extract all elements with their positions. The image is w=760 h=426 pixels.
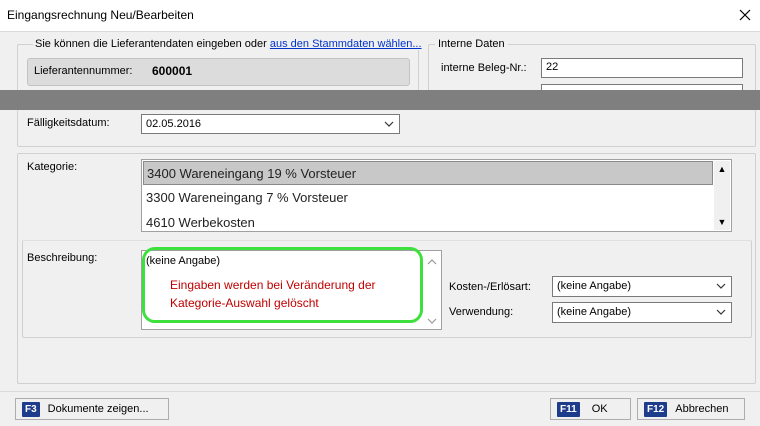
ok-button[interactable]: F11 OK xyxy=(550,398,631,420)
beleg-label: interne Beleg-Nr.: xyxy=(441,62,527,74)
cost-type-select[interactable]: (keine Angabe) xyxy=(552,276,732,297)
textarea-scroll-up-icon[interactable] xyxy=(427,258,437,265)
chevron-down-icon xyxy=(716,309,726,315)
usage-value: (keine Angabe) xyxy=(557,306,631,318)
window-title: Eingangsrechnung Neu/Bearbeiten xyxy=(7,8,194,22)
cost-type-value: (keine Angabe) xyxy=(557,280,631,292)
footer-divider xyxy=(0,391,760,392)
chevron-down-icon xyxy=(384,121,394,127)
scroll-down-icon[interactable]: ▼ xyxy=(714,214,730,230)
category-scrollbar[interactable]: ▲ ▼ xyxy=(714,161,730,230)
f12-key-badge: F12 xyxy=(644,401,668,417)
documents-button[interactable]: F3 Dokumente zeigen... xyxy=(15,398,169,420)
supplier-intro-text: Sie können die Lieferantendaten eingeben… xyxy=(35,38,267,50)
hint-line-2: Kategorie-Auswahl gelöscht xyxy=(170,296,319,310)
overlay-band xyxy=(0,90,760,110)
hint-text: Eingaben werden bei Veränderung der Kate… xyxy=(170,276,410,312)
due-date-select[interactable]: 02.05.2016 xyxy=(141,114,400,134)
close-icon xyxy=(739,9,751,21)
cancel-button[interactable]: F12 Abbrechen xyxy=(637,398,745,420)
ok-button-label: OK xyxy=(591,403,608,415)
due-date-label: Fälligkeitsdatum: xyxy=(27,117,110,129)
f3-key-badge: F3 xyxy=(22,401,40,417)
category-listbox[interactable]: 3400 Wareneingang 19 % Vorsteuer 3300 Wa… xyxy=(141,159,732,232)
close-button[interactable] xyxy=(733,4,757,26)
supplier-intro: Sie können die Lieferantendaten eingeben… xyxy=(33,38,424,50)
f11-key-badge: F11 xyxy=(557,401,580,417)
category-item[interactable]: 3300 Wareneingang 7 % Vorsteuer xyxy=(143,186,716,210)
chevron-down-icon xyxy=(716,283,726,289)
cancel-button-label: Abbrechen xyxy=(675,403,729,415)
supplier-number-label: Lieferantennummer: xyxy=(34,65,133,77)
scroll-up-icon[interactable]: ▲ xyxy=(714,161,730,177)
internal-data-title: Interne Daten xyxy=(435,38,508,50)
description-label: Beschreibung: xyxy=(27,252,98,264)
category-label: Kategorie: xyxy=(27,161,78,173)
textarea-scroll-down-icon[interactable] xyxy=(427,318,437,325)
documents-button-label: Dokumente zeigen... xyxy=(47,403,149,415)
supplier-number-value: 600001 xyxy=(152,64,193,78)
usage-select[interactable]: (keine Angabe) xyxy=(552,302,732,323)
category-item[interactable]: 4610 Werbekosten xyxy=(143,211,716,231)
usage-label: Verwendung: xyxy=(449,306,514,318)
beleg-input[interactable]: 22 xyxy=(541,58,743,78)
hint-line-1: Eingaben werden bei Veränderung der xyxy=(170,278,376,292)
category-item-selected[interactable]: 3400 Wareneingang 19 % Vorsteuer xyxy=(143,161,713,185)
cost-type-label: Kosten-/Erlösart: xyxy=(449,281,531,293)
due-date-value: 02.05.2016 xyxy=(146,118,202,130)
master-data-link[interactable]: aus den Stammdaten wählen... xyxy=(270,38,422,50)
